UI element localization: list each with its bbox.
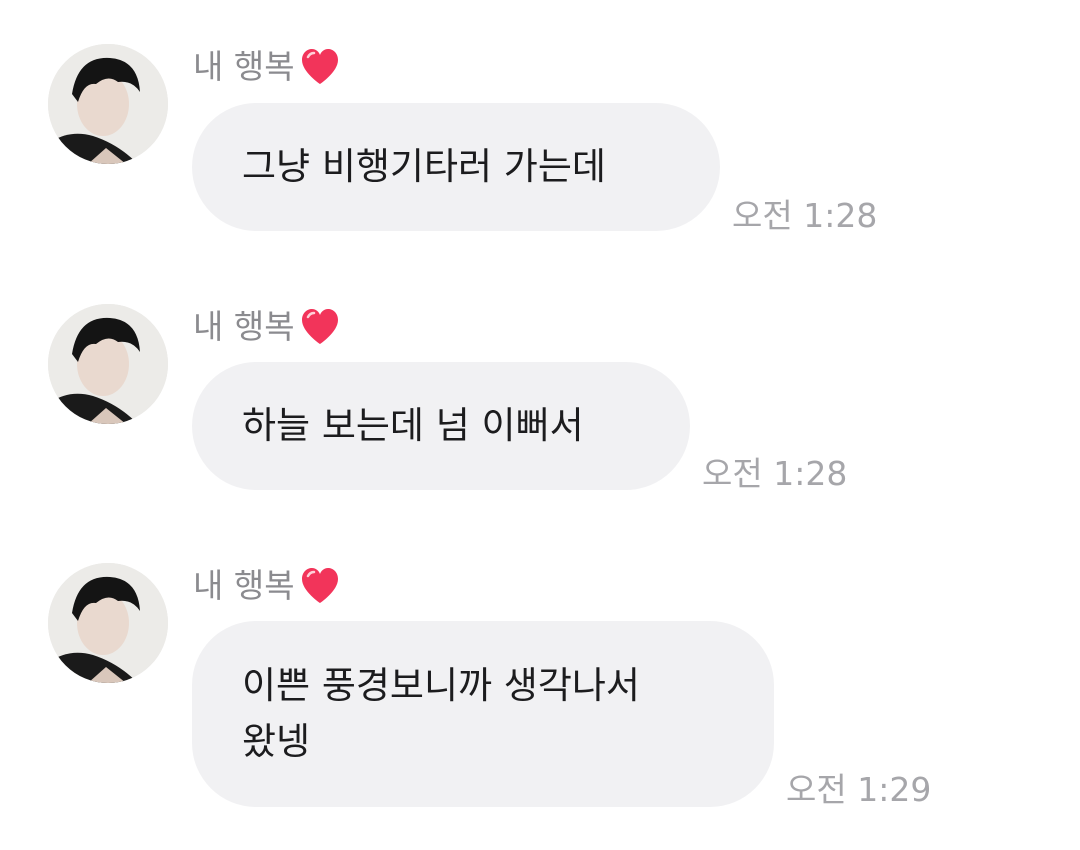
chat-message: 내 행복 이쁜 풍경보니까 생각나서 왔넹 오전 1:29 [0, 520, 1080, 850]
sender-name: 내 행복 [193, 45, 341, 89]
timestamp: 오전 1:28 [702, 454, 848, 493]
timestamp: 오전 1:28 [732, 196, 878, 235]
message-bubble[interactable]: 하늘 보는데 넘 이뻐서 [192, 362, 690, 490]
message-bubble[interactable]: 이쁜 풍경보니까 생각나서 왔넹 [192, 621, 774, 807]
heart-icon [301, 309, 338, 344]
message-text: 하늘 보는데 넘 이뻐서 [242, 404, 584, 447]
chat-message: 내 행복 그냥 비행기타러 가는데 오전 1:28 [0, 0, 1080, 260]
heart-icon [301, 49, 338, 84]
avatar[interactable] [48, 44, 168, 164]
message-bubble[interactable]: 그냥 비행기타러 가는데 [192, 103, 720, 231]
sender-name: 내 행복 [193, 564, 341, 608]
avatar[interactable] [48, 563, 168, 683]
message-text: 이쁜 풍경보니까 생각나서 왔넹 [242, 664, 640, 763]
message-text: 그냥 비행기타러 가는데 [242, 145, 606, 188]
heart-icon [301, 568, 338, 603]
sender-name: 내 행복 [193, 305, 341, 349]
avatar[interactable] [48, 304, 168, 424]
chat-message: 내 행복 하늘 보는데 넘 이뻐서 오전 1:28 [0, 260, 1080, 520]
timestamp: 오전 1:29 [786, 770, 932, 809]
